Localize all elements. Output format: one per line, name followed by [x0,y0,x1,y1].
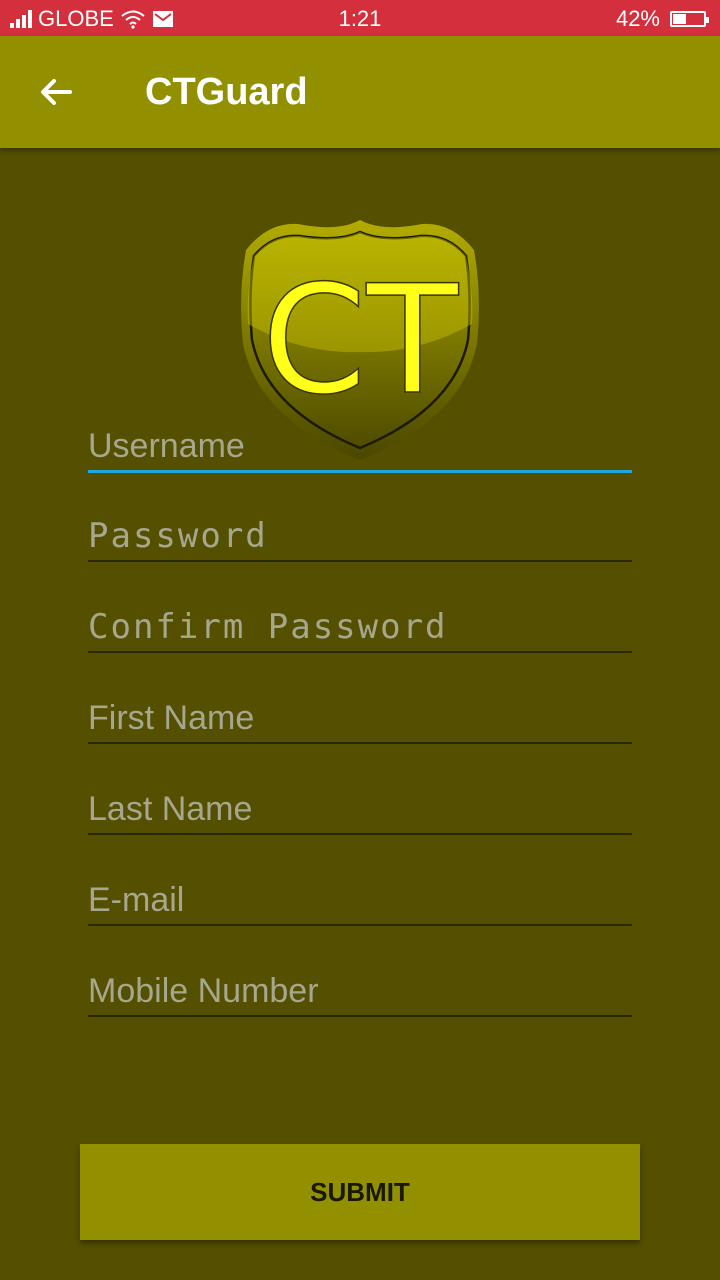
clock: 1:21 [338,6,382,31]
mobile-number-input[interactable] [88,972,632,1011]
app-title: CTGuard [145,71,308,113]
logo-text: CT [262,254,460,428]
app-bar: CTGuard [0,36,720,148]
email-input[interactable] [88,881,632,920]
username-input[interactable] [88,427,632,466]
confirm-password-field [88,591,632,653]
password-input[interactable] [88,516,632,556]
first-name-input[interactable] [88,699,632,738]
battery-icon [670,11,709,27]
password-field [88,500,632,562]
mobile-number-field [88,955,632,1017]
battery-percent: 42% [615,6,660,31]
status-bar: GLOBE 1:21 42% [0,0,720,36]
submit-button[interactable]: SUBMIT [80,1144,640,1240]
last-name-input[interactable] [88,790,632,829]
battery-fill [673,14,686,24]
email-field [88,864,632,926]
back-arrow-icon[interactable] [36,72,76,112]
first-name-field [88,682,632,744]
status-right: 42% [615,6,709,32]
confirm-password-input[interactable] [88,607,632,647]
username-field [88,410,632,473]
last-name-field [88,773,632,835]
